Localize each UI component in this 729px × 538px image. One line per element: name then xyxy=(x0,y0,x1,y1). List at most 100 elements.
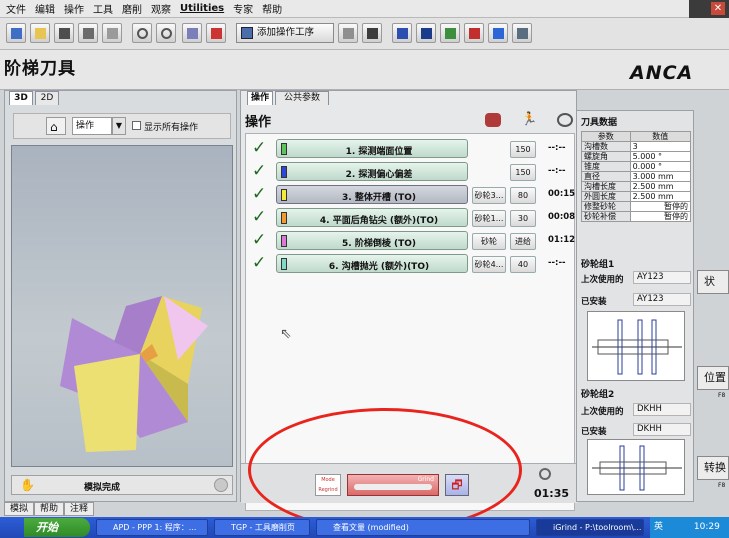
taskbar-item[interactable]: iGrind - P:\toolroom\... xyxy=(536,519,644,536)
operation-button[interactable]: 3. 整体开槽 (TO) xyxy=(276,185,468,204)
open-file-button[interactable] xyxy=(30,23,50,43)
table-row[interactable]: 直径 3.000 mm xyxy=(581,171,692,182)
menu-tools[interactable]: 工具 xyxy=(93,1,113,16)
add-button[interactable] xyxy=(488,23,508,43)
window-controls: ✕ xyxy=(689,0,729,18)
tab-help[interactable]: 帮助 xyxy=(34,502,65,516)
menu-grind[interactable]: 磨削 xyxy=(122,1,142,16)
dimension-button[interactable] xyxy=(416,23,436,43)
home-icon: ⌂ xyxy=(50,120,58,134)
save-as-button[interactable] xyxy=(78,23,98,43)
plus-icon xyxy=(493,28,504,39)
operation-wheel[interactable]: 砂轮3... xyxy=(472,187,506,204)
new-file-button[interactable] xyxy=(6,23,26,43)
status-edge-button[interactable]: 状 xyxy=(697,270,729,294)
menu-file[interactable]: 文件 xyxy=(6,1,26,16)
operation-button[interactable]: 1. 探测端面位置 xyxy=(276,139,468,158)
machine-button[interactable] xyxy=(206,23,226,43)
operation-button[interactable]: 2. 探测偏心偏差 xyxy=(276,162,468,181)
bin-button[interactable] xyxy=(512,23,532,43)
operation-color-swatch xyxy=(281,212,287,224)
taskbar-item[interactable]: TGP - 工具磨削页 xyxy=(214,519,310,536)
operation-name: 1. 探测端面位置 xyxy=(345,147,413,157)
menu-edit[interactable]: 编辑 xyxy=(35,1,55,16)
table-row[interactable]: 外圆长度 2.500 mm xyxy=(581,191,692,202)
table-row[interactable]: 砂轮补偿 暂停的 xyxy=(581,211,692,222)
show-all-checkbox[interactable] xyxy=(132,121,141,130)
tab-common-params[interactable]: 公共参数 xyxy=(275,91,329,105)
operation-value[interactable]: 进给 xyxy=(510,233,536,250)
taskbar-item[interactable]: APD - PPP 1: 程序：... xyxy=(96,519,208,536)
operation-row[interactable]: ✓ 2. 探测偏心偏差 150 --:-- xyxy=(246,161,576,183)
operation-wheel[interactable]: 砂轮1... xyxy=(472,210,506,227)
menu-expert[interactable]: 专家 xyxy=(233,1,253,16)
menu-view[interactable]: 观察 xyxy=(151,1,171,16)
operation-value[interactable]: 150 xyxy=(510,164,536,181)
tab-notes[interactable]: 注释 xyxy=(64,502,95,516)
close-window-button[interactable]: ✕ xyxy=(711,2,725,15)
table-row[interactable]: 锥度 0.000 ° xyxy=(581,161,692,172)
sim-stop-icon[interactable] xyxy=(214,478,228,492)
redo-button[interactable] xyxy=(156,23,176,43)
operation-wheel[interactable]: 砂轮 xyxy=(472,233,506,250)
print-button[interactable] xyxy=(102,23,122,43)
wheel-pack-1-heading: 砂轮组1 xyxy=(581,260,615,270)
operation-button[interactable]: 6. 沟槽抛光 (额外)(TO) xyxy=(276,254,468,273)
tab-simulate[interactable]: 模拟 xyxy=(4,502,35,516)
wheel-setup-button[interactable] xyxy=(182,23,202,43)
convert-edge-button[interactable]: 转换 xyxy=(697,456,729,480)
table-row[interactable]: 沟槽数 3 xyxy=(581,141,692,152)
table-row[interactable]: 修整砂轮 暂停的 xyxy=(581,201,692,212)
wheel-pack-1-diagram[interactable] xyxy=(587,311,685,381)
operation-row[interactable]: ✓ 1. 探测端面位置 150 --:-- xyxy=(246,138,576,160)
operation-wheel[interactable]: 砂轮4... xyxy=(472,256,506,273)
chevron-down-icon[interactable]: ▼ xyxy=(112,117,126,135)
operation-row[interactable]: ✓ 5. 阶梯倒棱 (TO) 砂轮 进给 01:12 xyxy=(246,230,576,252)
tool-3d-view[interactable] xyxy=(11,145,233,467)
wheel-pack-2-heading: 砂轮组2 xyxy=(581,390,615,400)
left-bottom-tabs: 模拟 帮助 注释 xyxy=(4,502,237,516)
operation-value[interactable]: 150 xyxy=(510,141,536,158)
undo-button[interactable] xyxy=(132,23,152,43)
menu-help[interactable]: 帮助 xyxy=(262,1,282,16)
language-indicator[interactable]: 英 xyxy=(654,522,663,532)
operation-row[interactable]: ✓ 3. 整体开槽 (TO) 砂轮3... 80 00:15 xyxy=(246,184,576,206)
taskbar-item[interactable]: 查看文量 (modified) xyxy=(316,519,530,536)
color-button[interactable] xyxy=(464,23,484,43)
menu-utilities[interactable]: Utilities xyxy=(180,3,224,14)
operation-value[interactable]: 40 xyxy=(510,256,536,273)
operation-button[interactable]: 4. 平面后角钻尖 (额外)(TO) xyxy=(276,208,468,227)
total-cycle-time: 01:35 xyxy=(534,487,570,500)
operation-value[interactable]: 30 xyxy=(510,210,536,227)
delete-operation-button[interactable] xyxy=(362,23,382,43)
clock[interactable]: 10:29 xyxy=(694,522,720,532)
operation-button[interactable]: 5. 阶梯倒棱 (TO) xyxy=(276,231,468,250)
redo-icon xyxy=(161,28,172,39)
ruler-icon xyxy=(421,28,432,39)
printer-icon xyxy=(107,28,118,39)
tab-2d[interactable]: 2D xyxy=(35,91,59,105)
menu-operation[interactable]: 操作 xyxy=(64,1,84,16)
operation-value[interactable]: 80 xyxy=(510,187,536,204)
operation-time: --:-- xyxy=(548,258,566,268)
tool-data-heading: 刀具数据 xyxy=(581,118,618,128)
operation-time: --:-- xyxy=(548,143,566,153)
tool-view-button[interactable] xyxy=(392,23,412,43)
table-row[interactable]: 螺旋角 5.000 ° xyxy=(581,151,692,162)
operation-row[interactable]: ✓ 4. 平面后角钻尖 (额外)(TO) 砂轮1... 30 00:08 xyxy=(246,207,576,229)
start-button[interactable]: 开始 xyxy=(24,518,90,537)
position-edge-button[interactable]: 位置 xyxy=(697,366,729,390)
operation-row[interactable]: ✓ 6. 沟槽抛光 (额外)(TO) 砂轮4... 40 --:-- xyxy=(246,253,576,275)
wheel-pack-2-diagram[interactable] xyxy=(587,439,685,495)
operation-select[interactable]: 操作 xyxy=(72,117,112,135)
table-row[interactable]: 沟槽长度 2.500 mm xyxy=(581,181,692,192)
copy-operation-button[interactable] xyxy=(338,23,358,43)
tab-3d[interactable]: 3D xyxy=(9,91,33,105)
home-view-button[interactable]: ⌂ xyxy=(46,117,66,135)
wheel-column-icon xyxy=(485,113,501,127)
collision-button[interactable] xyxy=(440,23,460,43)
add-operation-button[interactable]: 添加操作工序 xyxy=(236,23,334,43)
anca-logo: ANCA xyxy=(630,62,694,84)
tab-operations[interactable]: 操作 xyxy=(247,91,273,105)
save-button[interactable] xyxy=(54,23,74,43)
